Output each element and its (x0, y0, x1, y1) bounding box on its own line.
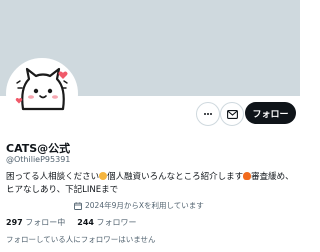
followers-label: フォロワー (96, 218, 137, 227)
follow-button[interactable]: フォロー (245, 102, 296, 124)
profile-bio: 困ってる人相談ください 個人融資いろんなところ紹介します 審査緩め、ヒアなしあり、下… (6, 171, 294, 197)
following-label: フォロー中 (25, 218, 66, 227)
follow-stats: 297 フォロー中 244 フォロワー (6, 217, 137, 228)
cat-avatar-image (9, 61, 75, 127)
mutual-followers-note: フォローしている人にフォロワーはいません (6, 235, 156, 244)
bio-text-1: 困ってる人相談ください (6, 172, 100, 182)
profile-avatar[interactable] (6, 58, 78, 130)
following-link[interactable]: 297 フォロー中 (6, 217, 65, 228)
more-button[interactable] (196, 102, 220, 126)
followers-link[interactable]: 244 フォロワー (77, 217, 136, 228)
message-button[interactable] (220, 102, 244, 126)
fire-emoji-icon (243, 172, 252, 180)
more-icon (204, 113, 212, 115)
calendar-icon (74, 201, 82, 210)
mail-icon (226, 109, 238, 119)
followers-count: 244 (77, 218, 94, 227)
joined-text: 2024年9月からXを利用しています (85, 201, 204, 210)
profile-display-name: CATS@公式 (6, 142, 71, 155)
following-count: 297 (6, 218, 23, 227)
joined-date: 2024年9月からXを利用しています (74, 200, 204, 211)
bio-text-2: 個人融資いろんなところ紹介します (107, 172, 244, 182)
waving-hand-emoji-icon (99, 172, 108, 180)
profile-handle: @OthilieP95391 (6, 155, 71, 164)
